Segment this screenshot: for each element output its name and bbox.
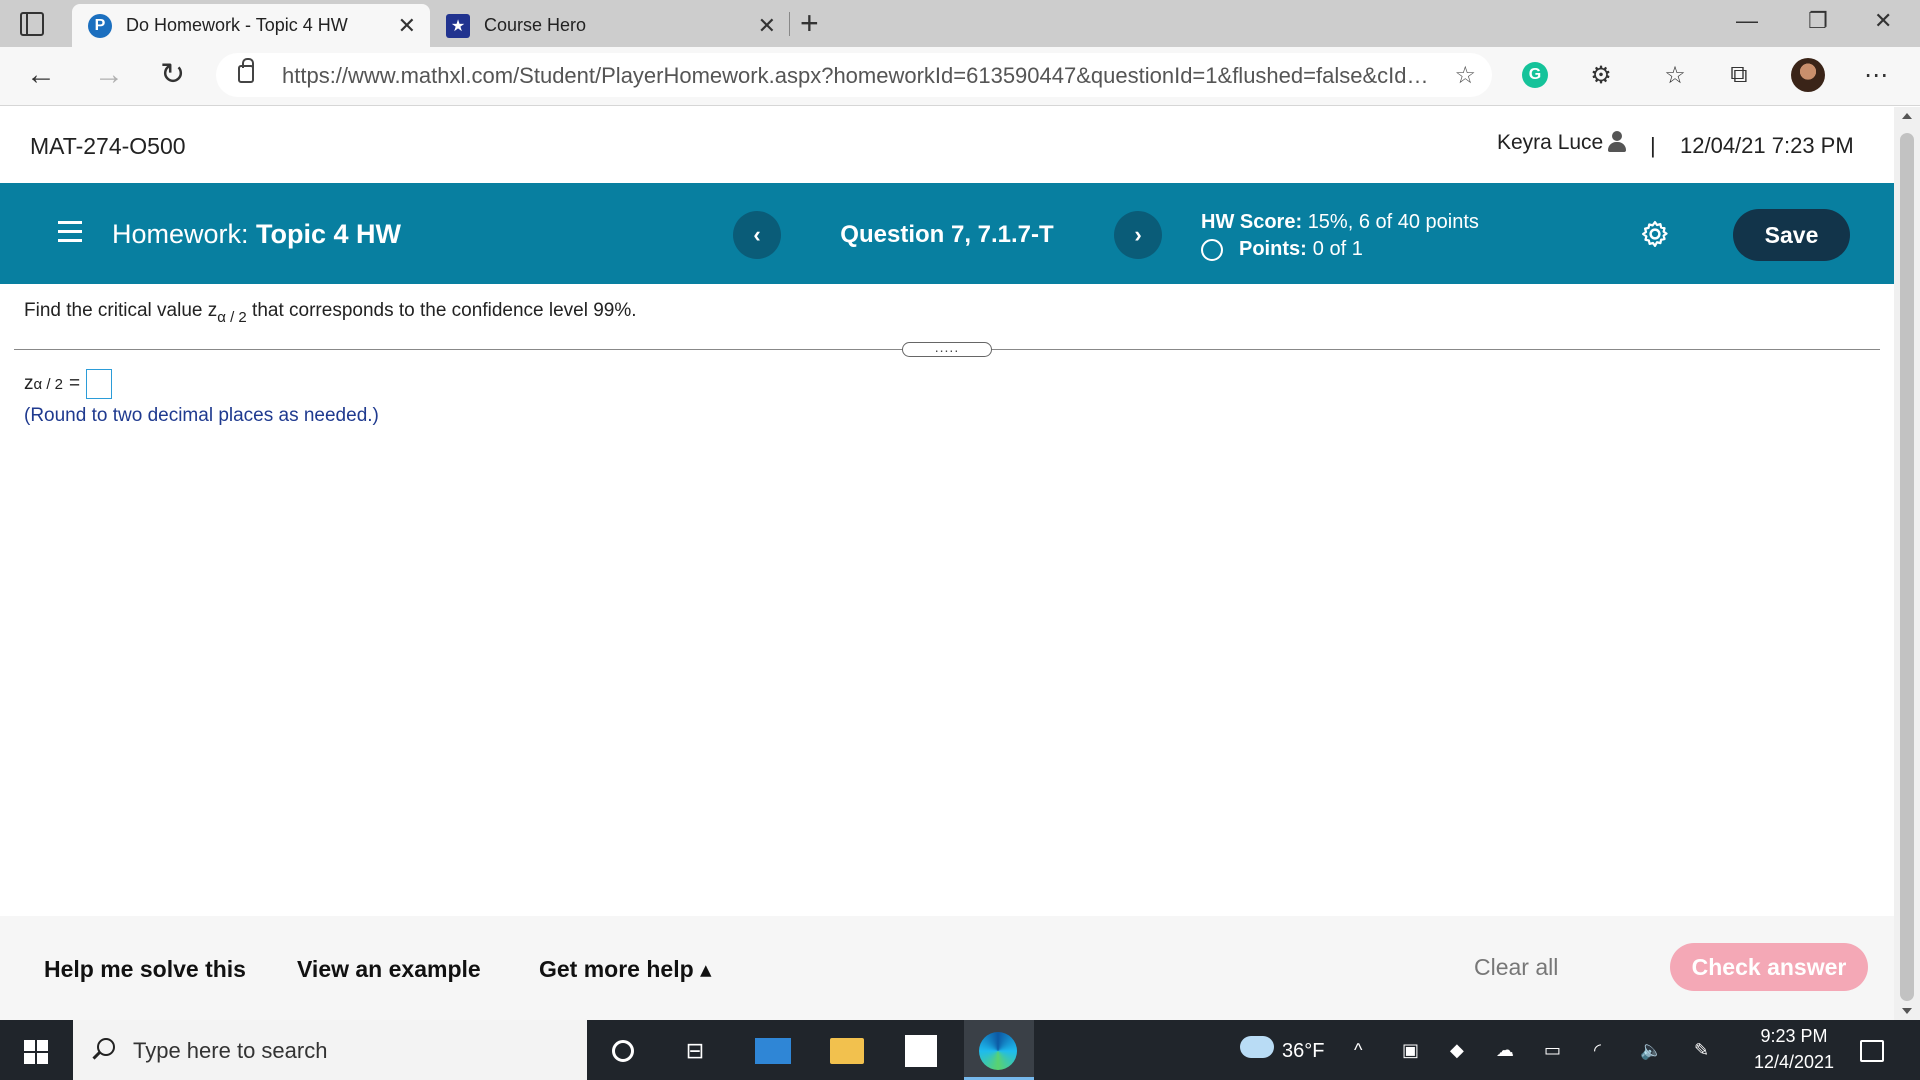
question-points: Points: 0 of 1 [1201, 238, 1363, 261]
display-icon[interactable]: ▭ [1544, 1040, 1561, 1061]
question-subscript: α / 2 [217, 309, 247, 326]
points-value: 0 of 1 [1312, 238, 1363, 260]
pearson-icon: P [88, 13, 112, 38]
course-title: MAT-274-O500 [30, 133, 186, 159]
taskbar-time[interactable]: 9:23 PM [1754, 1026, 1834, 1047]
user-name: Keyra Luce [1497, 131, 1604, 154]
tab-do-homework[interactable]: P Do Homework - Topic 4 HW ✕ [72, 4, 430, 47]
forward-icon[interactable]: → [94, 57, 124, 93]
tab-title: Course Hero [484, 15, 587, 35]
homework-prefix: Homework: [112, 219, 249, 249]
question-text-after: that corresponds to the confidence level… [246, 300, 637, 321]
url-text[interactable]: https://www.mathxl.com/Student/PlayerHom… [282, 63, 1432, 89]
extensions-icon[interactable]: ⚙ [1585, 59, 1617, 91]
tab-divider [789, 12, 790, 36]
collections-icon[interactable]: ⧉ [1723, 59, 1755, 91]
header-datetime: 12/04/21 7:23 PM [1680, 133, 1854, 158]
chevron-left-icon: ‹ [753, 222, 761, 247]
edge-icon[interactable] [979, 1032, 1017, 1070]
gear-icon[interactable] [1640, 219, 1670, 249]
question-text: Find the critical value zα / 2 that corr… [24, 300, 637, 326]
answer-line: zα / 2 = [24, 369, 113, 399]
answer-input[interactable] [86, 369, 113, 399]
page-scrollbar[interactable] [1894, 107, 1920, 1020]
user-icon [1608, 131, 1626, 153]
homework-name: Topic 4 HW [256, 219, 402, 249]
dropbox-icon[interactable]: ◆ [1450, 1040, 1464, 1061]
view-example-button[interactable]: View an example [297, 956, 481, 983]
save-button[interactable]: Save [1733, 209, 1850, 261]
cloud-icon[interactable] [1240, 1036, 1274, 1058]
address-bar[interactable]: https://www.mathxl.com/Student/PlayerHom… [216, 53, 1492, 97]
mail-icon[interactable] [755, 1038, 791, 1064]
close-icon[interactable]: ✕ [758, 13, 776, 39]
taskbar: Type here to search ⊟ 36°F ^ ▣ ◆ ☁ ▭ ◜ 🔈… [0, 1020, 1920, 1080]
close-icon[interactable]: ✕ [398, 13, 416, 39]
restore-icon[interactable]: ❐ [1808, 8, 1828, 34]
scroll-down-icon[interactable] [1902, 1008, 1912, 1014]
get-more-help-button[interactable]: Get more help ▴ [539, 956, 712, 983]
answer-subscript: α / 2 [33, 375, 64, 393]
wifi-icon[interactable]: ◜ [1594, 1040, 1601, 1061]
resize-handle[interactable]: ..... [902, 340, 992, 357]
help-me-solve-button[interactable]: Help me solve this [44, 956, 246, 983]
windows-start-icon[interactable] [24, 1040, 48, 1064]
rounding-instruction: (Round to two decimal places as needed.) [24, 405, 379, 426]
meet-now-icon[interactable]: ▣ [1402, 1040, 1419, 1061]
new-tab-icon[interactable]: + [800, 6, 819, 40]
window-close-icon[interactable]: ✕ [1874, 8, 1892, 34]
check-answer-button[interactable]: Check answer [1670, 943, 1868, 991]
equals-sign: = [69, 373, 81, 394]
tab-actions-icon[interactable] [20, 12, 44, 36]
grammarly-icon[interactable]: G [1522, 62, 1548, 88]
clear-all-button[interactable]: Clear all [1474, 954, 1558, 981]
search-icon [97, 1038, 115, 1056]
back-icon[interactable]: ← [26, 57, 56, 93]
points-label: Points: [1239, 238, 1307, 260]
course-hero-icon: ★ [446, 13, 470, 38]
tab-course-hero[interactable]: ★ Course Hero ✕ [432, 4, 790, 47]
homework-title: Homework: Topic 4 HW [112, 219, 401, 250]
hw-score-value: 15%, 6 of 40 points [1307, 211, 1479, 233]
search-placeholder[interactable]: Type here to search [133, 1038, 327, 1064]
minimize-icon[interactable]: — [1736, 8, 1758, 34]
refresh-icon[interactable]: ↻ [160, 57, 185, 93]
more-icon[interactable]: ⋯ [1860, 59, 1892, 91]
file-explorer-icon[interactable] [830, 1038, 864, 1064]
header-separator: | [1650, 133, 1656, 158]
next-question-button[interactable]: › [1114, 211, 1162, 259]
answer-variable: z [24, 373, 34, 394]
question-label: Question 7, 7.1.7-T [840, 221, 1054, 248]
help-bar: Help me solve this View an example Get m… [0, 916, 1894, 1020]
onedrive-icon[interactable]: ☁ [1496, 1040, 1514, 1061]
homework-bar: Homework: Topic 4 HW ‹ Question 7, 7.1.7… [0, 183, 1894, 284]
hw-score: HW Score: 15%, 6 of 40 points [1201, 211, 1479, 234]
taskbar-date[interactable]: 12/4/2021 [1742, 1052, 1846, 1073]
taskbar-search[interactable]: Type here to search [73, 1020, 587, 1080]
chevron-right-icon: › [1134, 222, 1142, 247]
hw-score-label: HW Score: [1201, 211, 1303, 233]
browser-tab-bar: P Do Homework - Topic 4 HW ✕ ★ Course He… [0, 0, 1920, 47]
status-ring-icon [1201, 238, 1223, 261]
scroll-up-icon[interactable] [1902, 113, 1912, 119]
weather-temperature[interactable]: 36°F [1282, 1040, 1324, 1063]
browser-toolbar: ← → ↻ https://www.mathxl.com/Student/Pla… [0, 47, 1920, 106]
cortana-icon[interactable] [612, 1040, 634, 1062]
chevron-up-icon[interactable]: ^ [1354, 1040, 1362, 1061]
previous-question-button[interactable]: ‹ [733, 211, 781, 259]
tab-title: Do Homework - Topic 4 HW [126, 15, 348, 35]
lock-icon[interactable] [238, 58, 254, 83]
course-header: MAT-274-O500 Keyra Luce | 12/04/21 7:23 … [0, 107, 1894, 183]
scroll-thumb[interactable] [1900, 133, 1914, 1001]
favorites-icon[interactable]: ☆ [1659, 59, 1691, 91]
add-favorite-icon[interactable]: ☆ [1454, 61, 1476, 90]
menu-icon[interactable] [58, 221, 82, 243]
volume-icon[interactable]: 🔈 [1640, 1040, 1662, 1061]
task-view-icon[interactable]: ⊟ [678, 1034, 712, 1068]
profile-avatar[interactable] [1791, 58, 1825, 92]
pen-icon[interactable]: ✎ [1694, 1040, 1709, 1061]
notifications-icon[interactable] [1860, 1040, 1884, 1062]
question-text-before: Find the critical value z [24, 300, 218, 321]
microsoft-store-icon[interactable] [905, 1035, 937, 1067]
